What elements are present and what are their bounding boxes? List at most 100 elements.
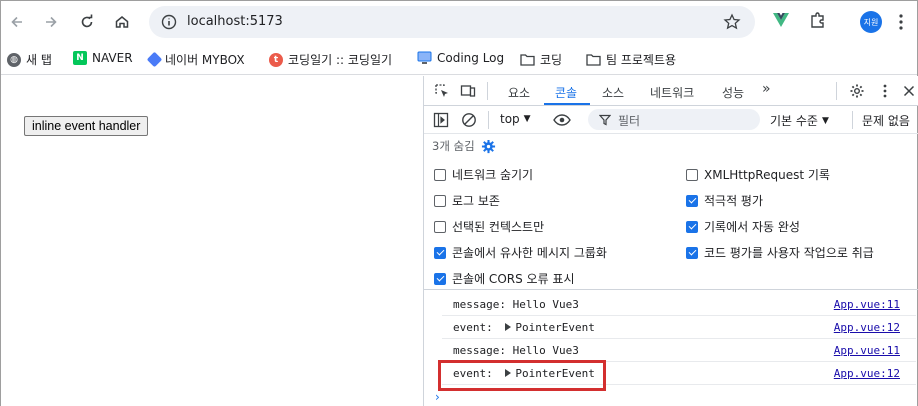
- bookmark-star-icon[interactable]: [723, 13, 741, 31]
- bookmark-label: 코딩: [540, 53, 563, 67]
- log-level-label: 기본 수준: [770, 114, 818, 128]
- hidden-messages-row: 3개 숨김: [432, 138, 496, 154]
- console-log-row: message: Hello Vue3 App.vue:11: [442, 339, 916, 362]
- live-expression-eye-icon[interactable]: [553, 112, 571, 128]
- bookmark-folder-coding[interactable]: 코딩: [520, 51, 562, 68]
- page-viewport: inline event handler: [1, 76, 423, 406]
- expand-triangle-icon[interactable]: [505, 323, 512, 331]
- setting-cors-errors[interactable]: 콘솔에 CORS 오류 표시: [434, 270, 575, 287]
- setting-label: XMLHttpRequest 기록: [704, 168, 830, 182]
- clear-console-icon[interactable]: [461, 112, 477, 128]
- context-selector[interactable]: top ▼: [500, 112, 531, 126]
- tistory-icon: t: [269, 52, 283, 67]
- address-bar[interactable]: localhost:5173: [149, 6, 755, 38]
- log-level-selector[interactable]: 기본 수준 ▼: [770, 112, 829, 129]
- site-info-icon[interactable]: [161, 14, 177, 30]
- setting-autocomplete-history[interactable]: 기록에서 자동 완성: [686, 218, 800, 235]
- setting-group-similar[interactable]: 콘솔에서 유사한 메시지 그룹화: [434, 244, 607, 261]
- inspect-element-icon[interactable]: [434, 83, 450, 99]
- setting-label: 선택된 컨텍스트만: [452, 220, 545, 234]
- bookmark-naver[interactable]: N NAVER: [73, 51, 133, 65]
- setting-label: 콘솔에서 유사한 메시지 그룹화: [452, 246, 607, 260]
- log-message[interactable]: event: PointerEvent: [453, 321, 595, 334]
- bookmark-coding-diary[interactable]: t 코딩일기 :: 코딩일기: [269, 51, 392, 68]
- bookmark-coding-log[interactable]: Coding Log: [417, 51, 504, 65]
- setting-log-xhr[interactable]: XMLHttpRequest 기록: [686, 166, 830, 183]
- home-button[interactable]: [108, 8, 136, 36]
- bookmark-label: 팀 프로젝트용: [606, 53, 677, 67]
- tab-elements[interactable]: 요소: [508, 84, 530, 101]
- settings-gear-icon[interactable]: [849, 83, 865, 99]
- console-settings: 네트워크 숨기기 XMLHttpRequest 기록 로그 보존 적극적 평가 …: [424, 160, 918, 290]
- filter-funnel-icon: [599, 114, 611, 126]
- checkbox[interactable]: [434, 220, 446, 233]
- bookmark-new-tab[interactable]: ◍ 새 탭: [7, 51, 52, 68]
- tab-console[interactable]: 콘솔: [555, 84, 577, 101]
- setting-label: 코드 평가를 사용자 작업으로 취급: [704, 246, 874, 260]
- reload-icon: [81, 14, 93, 28]
- bookmarks-bar: ◍ 새 탭 N NAVER 네이버 MYBOX t 코딩일기 :: 코딩일기 C…: [1, 43, 917, 75]
- setting-label: 콘솔에 CORS 오류 표시: [452, 272, 575, 286]
- bookmark-label: 새 탭: [26, 53, 52, 67]
- console-prompt[interactable]: ›: [435, 390, 440, 404]
- checkbox-checked[interactable]: [434, 272, 446, 285]
- setting-hide-network[interactable]: 네트워크 숨기기: [434, 166, 533, 183]
- tab-sources[interactable]: 소스: [602, 84, 624, 101]
- checkbox-checked[interactable]: [686, 220, 698, 233]
- setting-label: 적극적 평가: [704, 194, 764, 208]
- profile-avatar[interactable]: 지원: [860, 11, 882, 33]
- filter-input[interactable]: 필터: [588, 109, 760, 130]
- setting-user-activation-eval[interactable]: 코드 평가를 사용자 작업으로 취급: [686, 244, 874, 261]
- inline-event-handler-button[interactable]: inline event handler: [24, 116, 149, 136]
- url-text[interactable]: localhost:5173: [187, 14, 283, 29]
- checkbox-checked[interactable]: [686, 194, 698, 207]
- forward-button[interactable]: [37, 8, 65, 36]
- hidden-count: 3개 숨김: [432, 139, 475, 153]
- tab-network[interactable]: 네트워크: [650, 84, 694, 101]
- setting-selected-context-only[interactable]: 선택된 컨텍스트만: [434, 218, 544, 235]
- tab-performance[interactable]: 성능: [722, 84, 744, 101]
- close-devtools-icon[interactable]: [901, 83, 917, 99]
- checkbox-checked[interactable]: [686, 246, 698, 259]
- console-toolbar: top ▼ 필터 기본 수준 ▼ 문제 없음: [424, 106, 918, 134]
- checkbox[interactable]: [434, 168, 446, 181]
- folder-icon: [586, 54, 601, 66]
- dropdown-arrow-icon: ▼: [821, 115, 829, 126]
- chrome-menu-icon[interactable]: [893, 13, 909, 31]
- setting-preserve-log[interactable]: 로그 보존: [434, 192, 500, 209]
- devtools-tab-bar: 요소 콘솔 소스 네트워크 성능 »: [424, 76, 918, 106]
- checkbox-checked[interactable]: [434, 246, 446, 259]
- bookmark-mybox[interactable]: 네이버 MYBOX: [146, 51, 245, 68]
- more-tabs-icon[interactable]: »: [762, 81, 771, 97]
- reload-button[interactable]: [73, 8, 101, 36]
- bookmark-folder-team[interactable]: 팀 프로젝트용: [586, 51, 676, 68]
- issues-counter[interactable]: 문제 없음: [862, 112, 910, 129]
- back-button[interactable]: [3, 8, 31, 36]
- browser-toolbar: localhost:5173 지원: [1, 1, 917, 43]
- log-source-link[interactable]: App.vue:11: [834, 344, 900, 357]
- extensions-icon[interactable]: [809, 11, 827, 29]
- toolbar-divider: [852, 111, 853, 129]
- log-message: message: Hello Vue3: [453, 298, 579, 311]
- log-source-link[interactable]: App.vue:11: [834, 298, 900, 311]
- context-label: top: [500, 112, 520, 126]
- vue-devtools-icon[interactable]: [772, 11, 790, 29]
- devtools-menu-icon[interactable]: [877, 83, 893, 99]
- setting-eager-evaluation[interactable]: 적극적 평가: [686, 192, 763, 209]
- log-value[interactable]: PointerEvent: [515, 321, 594, 334]
- device-toolbar-icon[interactable]: [460, 83, 476, 99]
- checkbox[interactable]: [686, 168, 698, 181]
- console-settings-gear-icon[interactable]: [481, 139, 496, 154]
- bookmark-label: Coding Log: [437, 51, 505, 65]
- log-source-link[interactable]: App.vue:12: [834, 321, 900, 334]
- console-log-row: message: Hello Vue3 App.vue:11: [442, 293, 916, 316]
- setting-label: 로그 보존: [452, 194, 500, 208]
- log-prefix: message:: [453, 298, 506, 311]
- bookmark-label: 네이버 MYBOX: [165, 53, 245, 67]
- red-annotation-box: [438, 360, 606, 391]
- filter-placeholder: 필터: [618, 114, 641, 128]
- log-source-link[interactable]: App.vue:12: [834, 367, 900, 380]
- sidebar-toggle-icon[interactable]: [433, 112, 449, 128]
- monitor-icon: [417, 51, 432, 64]
- checkbox[interactable]: [434, 194, 446, 207]
